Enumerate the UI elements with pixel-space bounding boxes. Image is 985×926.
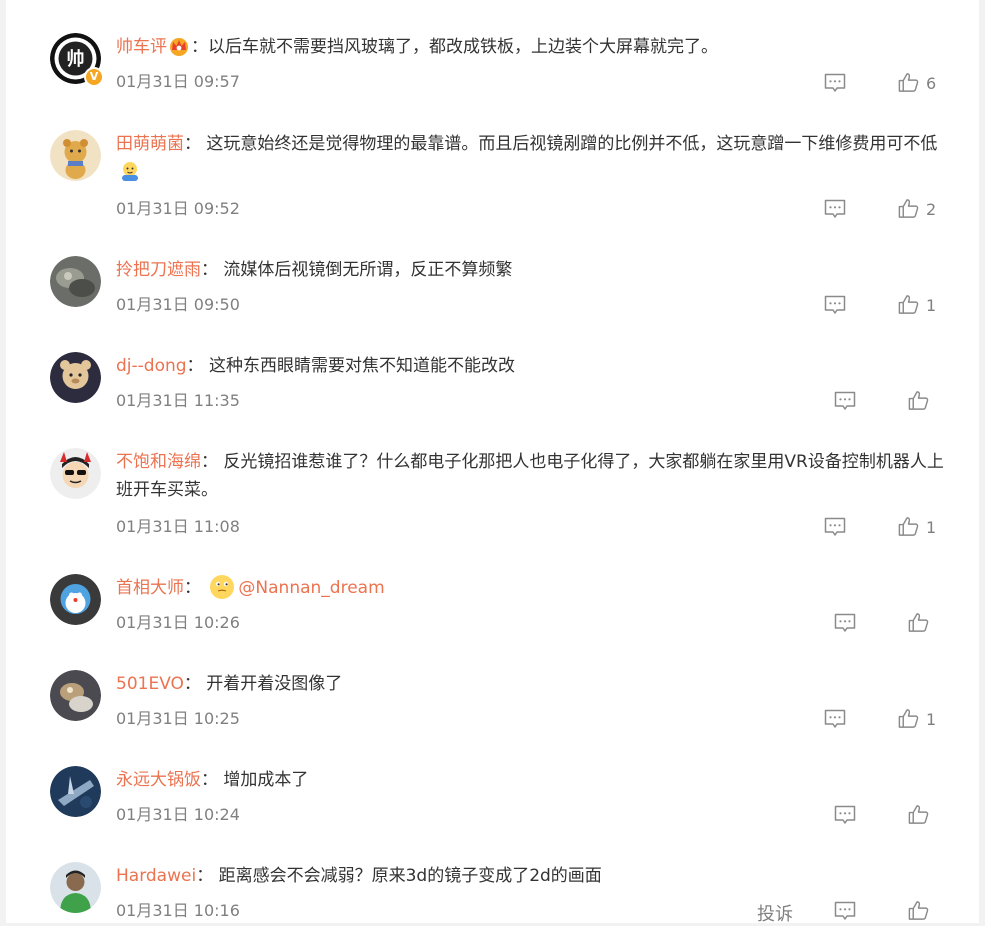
like-count: 1: [926, 710, 937, 729]
comment-text: ： 这玩意始终还是觉得物理的最靠谱。而且后视镜剐蹭的比例并不低，这玩意蹭一下维修…: [184, 134, 938, 154]
comment-time: 01月31日 11:08: [116, 517, 240, 536]
comment-body: 501EVO： 开着开着没图像了: [116, 670, 956, 698]
thumbs-up-icon[interactable]: [897, 71, 920, 94]
comment-username[interactable]: 帅车评: [116, 37, 167, 57]
comment-username[interactable]: 不饱和海绵: [116, 452, 201, 472]
comment-text: ：: [184, 578, 207, 598]
comment-time: 01月31日 09:57: [116, 72, 240, 91]
comment-time: 01月31日 10:24: [116, 805, 240, 824]
comment-text: ： 开着开着没图像了: [183, 674, 343, 694]
comment-body: dj--dong： 这种东西眼睛需要对焦不知道能不能改改: [116, 352, 956, 380]
comment-body: 拎把刀遮雨： 流媒体后视镜倒无所谓，反正不算频繁: [116, 256, 956, 284]
comment-text: ：以后车就不需要挡风玻璃了，都改成铁板，上边装个大屏幕就完了。: [191, 37, 718, 57]
comment-reply-icon[interactable]: [833, 389, 857, 413]
comment-reply-icon[interactable]: [833, 611, 857, 635]
avatar[interactable]: [50, 256, 101, 307]
comment-body: 不饱和海绵： 反光镜招谁惹谁了？什么都电子化那把人也电子化得了，大家都躺在家里用…: [116, 448, 956, 504]
comment-list: 帅 V 帅车评 ：以后车就不需要挡风玻璃了，都改成铁板，上边装个大屏幕就完了。 0…: [6, 0, 979, 926]
mention-link[interactable]: @Nannan_dream: [238, 578, 384, 598]
comment-reply-icon[interactable]: [823, 71, 847, 95]
comment-text: ： 反光镜招谁惹谁了？什么都电子化那把人也电子化得了，大家都躺在家里用VR设备控…: [116, 452, 944, 500]
comment-reply-icon[interactable]: [833, 899, 857, 923]
comment-body: Hardawei： 距离感会不会减弱？原来3d的镜子变成了2d的画面: [116, 862, 956, 890]
thumbs-up-icon[interactable]: [907, 389, 930, 412]
avatar[interactable]: [50, 862, 101, 913]
comment-reply-icon[interactable]: [823, 197, 847, 221]
avatar[interactable]: [50, 448, 101, 499]
like-count: 2: [926, 200, 937, 219]
comment-time: 01月31日 09:50: [116, 295, 240, 314]
comment-text: ： 这种东西眼睛需要对焦不知道能不能改改: [186, 356, 515, 376]
thumbs-up-icon[interactable]: [907, 899, 930, 922]
comment-username[interactable]: 首相大师: [116, 578, 184, 598]
thumbs-up-icon[interactable]: [897, 707, 920, 730]
comment-reply-icon[interactable]: [823, 515, 847, 539]
thumbs-up-icon[interactable]: [897, 197, 920, 220]
like-count: 6: [926, 74, 937, 93]
avatar[interactable]: [50, 352, 101, 403]
comment-text: ： 流媒体后视镜倒无所谓，反正不算频繁: [201, 260, 513, 280]
comment-time: 01月31日 10:25: [116, 709, 240, 728]
verified-badge-icon: V: [84, 67, 104, 87]
comment-username[interactable]: dj--dong: [116, 356, 187, 376]
avatar[interactable]: [50, 130, 101, 181]
comment-text: ： 增加成本了: [201, 770, 309, 790]
comment-time: 01月31日 10:16: [116, 901, 240, 920]
thumbs-up-icon[interactable]: [897, 515, 920, 538]
comment-text: ： 距离感会不会减弱？原来3d的镜子变成了2d的画面: [196, 866, 602, 886]
crown-icon: [168, 35, 190, 57]
comment-body: 首相大师： @Nannan_dream: [116, 574, 956, 602]
comment-username[interactable]: Hardawei: [116, 866, 196, 886]
comment-username[interactable]: 501EVO: [116, 674, 184, 694]
like-count: 1: [926, 296, 937, 315]
comment-body: 帅车评 ：以后车就不需要挡风玻璃了，都改成铁板，上边装个大屏幕就完了。: [116, 33, 956, 61]
baby-emoji-icon: [119, 160, 141, 182]
comment-time: 01月31日 10:26: [116, 613, 240, 632]
comment-username[interactable]: 永远大锅饭: [116, 770, 201, 790]
avatar[interactable]: [50, 670, 101, 721]
thinking-emoji-icon: [209, 574, 235, 600]
avatar[interactable]: [50, 766, 101, 817]
thumbs-up-icon[interactable]: [907, 611, 930, 634]
avatar[interactable]: [50, 574, 101, 625]
like-count: 1: [926, 518, 937, 537]
comment-reply-icon[interactable]: [823, 707, 847, 731]
comment-username[interactable]: 田萌萌菌: [116, 134, 184, 154]
report-link[interactable]: 投诉: [757, 900, 793, 926]
svg-text:帅: 帅: [67, 48, 85, 70]
thumbs-up-icon[interactable]: [897, 293, 920, 316]
comment-body: 田萌萌菌： 这玩意始终还是觉得物理的最靠谱。而且后视镜剐蹭的比例并不低，这玩意蹭…: [116, 130, 956, 186]
comment-time: 01月31日 09:52: [116, 199, 240, 218]
comment-reply-icon[interactable]: [833, 803, 857, 827]
thumbs-up-icon[interactable]: [907, 803, 930, 826]
comment-body: 永远大锅饭： 增加成本了: [116, 766, 956, 794]
comment-username[interactable]: 拎把刀遮雨: [116, 260, 201, 280]
comment-time: 01月31日 11:35: [116, 391, 240, 410]
comment-reply-icon[interactable]: [823, 293, 847, 317]
